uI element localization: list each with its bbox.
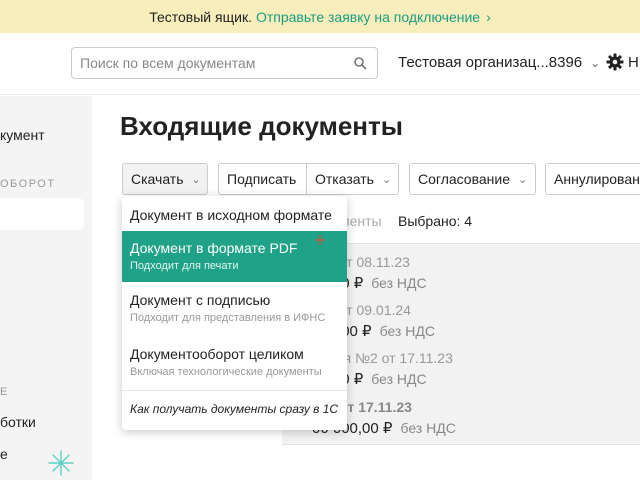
doc-name: №1 от 09.01.24 [312, 302, 411, 318]
chevron-right-icon[interactable]: › [486, 9, 491, 25]
search-input[interactable] [80, 55, 345, 71]
app-header: Тестовая организац...8396 ⌄ Н [0, 33, 640, 95]
reject-button-label: Отказать [315, 171, 374, 187]
approval-button-label: Согласование [418, 171, 510, 187]
doc-name: адная №2 от 17.11.23 [312, 350, 453, 366]
menu-item-label: Документ в исходном формате [130, 207, 332, 223]
menu-item-original-format[interactable]: Документ в исходном формате [122, 196, 347, 231]
doc-nds: без НДС [379, 323, 435, 339]
doc-nds: без НДС [371, 371, 427, 387]
banner-link[interactable]: Отправьте заявку на подключение [256, 9, 480, 25]
selected-count: Выбрано: 4 [398, 213, 473, 229]
doc-nds: без НДС [400, 420, 456, 436]
crosshair-cursor-icon [315, 235, 325, 245]
doc-amount: 000,00 ₽без НДС [312, 323, 435, 340]
table-row[interactable]: №1 от 09.01.24 000,00 ₽без НДС [312, 302, 632, 340]
doc-amount: 00,00 ₽без НДС [312, 371, 427, 388]
banner-text: Тестовый ящик. [149, 8, 252, 25]
annul-button-label: Аннулирование [554, 171, 640, 187]
download-button[interactable]: Скачать ⌄ [122, 163, 208, 195]
sidebar-item-new-document[interactable]: кумент [0, 127, 45, 143]
doc-amount: 00 000,00 ₽ без НДС [312, 420, 456, 437]
gear-icon[interactable] [606, 53, 624, 71]
table-row[interactable]: адная №2 от 17.11.23 00,00 ₽без НДС [312, 350, 632, 388]
menu-item-with-signature[interactable]: Документ с подписью Подходит для предста… [122, 282, 347, 334]
sign-button[interactable]: Подписать [218, 163, 306, 195]
menu-divider [122, 390, 347, 391]
search-box[interactable] [71, 47, 378, 79]
chevron-down-icon: ⌄ [191, 173, 201, 186]
sidebar-section-docflow: ОБОРОТ [0, 178, 56, 190]
sparkle-icon[interactable] [48, 450, 74, 476]
org-selector[interactable]: Тестовая организац...8396 ⌄ [398, 54, 600, 71]
menu-link-1c[interactable]: Как получать документы сразу в 1С [130, 402, 338, 416]
doc-nds: без НДС [371, 275, 427, 291]
table-row[interactable]: №3 от 17.11.23 00 000,00 ₽ без НДС [312, 399, 632, 437]
menu-item-hint: Подходит для печати [130, 260, 239, 272]
sidebar-item-processing[interactable]: ботки [0, 414, 36, 430]
menu-item-full-docflow[interactable]: Документооборот целиком Включая технолог… [122, 334, 347, 388]
chevron-down-icon: ⌄ [381, 173, 392, 186]
table-row[interactable]: №1 от 08.11.23 00,00 ₽без НДС [312, 254, 632, 292]
chevron-down-icon: ⌄ [518, 173, 528, 186]
sign-button-label: Подписать [227, 171, 297, 187]
sidebar: кумент ОБОРОТ Е ботки е [0, 96, 92, 480]
menu-item-hint: Подходит для представления в ИФНС [130, 312, 326, 324]
doc-name: №3 от 17.11.23 [312, 399, 412, 415]
reject-button[interactable]: Отказать ⌄ [306, 163, 399, 195]
doc-amount: 00,00 ₽без НДС [312, 275, 427, 292]
user-menu[interactable]: Н [628, 54, 639, 71]
page-title: Входящие документы [120, 111, 403, 141]
sidebar-section-other: Е [0, 386, 9, 398]
doc-name: №1 от 08.11.23 [312, 254, 410, 270]
download-dropdown: Документ в исходном формате Документ в ф… [122, 196, 347, 430]
search-icon[interactable] [353, 56, 367, 70]
menu-item-label: Документ с подписью [130, 292, 271, 308]
approval-button[interactable]: Согласование ⌄ [409, 163, 536, 195]
sidebar-item-more[interactable]: е [0, 446, 8, 462]
org-name: Тестовая организац...8396 [398, 54, 583, 71]
download-button-label: Скачать [131, 171, 184, 187]
menu-item-hint: Включая технологические документы [130, 366, 322, 378]
top-banner: Тестовый ящик. Отправьте заявку на подкл… [0, 0, 640, 33]
annul-button[interactable]: Аннулирование [545, 163, 640, 195]
sidebar-item-incoming-selected[interactable] [0, 198, 84, 230]
chevron-down-icon: ⌄ [590, 55, 601, 70]
menu-item-label: Документооборот целиком [130, 346, 304, 362]
